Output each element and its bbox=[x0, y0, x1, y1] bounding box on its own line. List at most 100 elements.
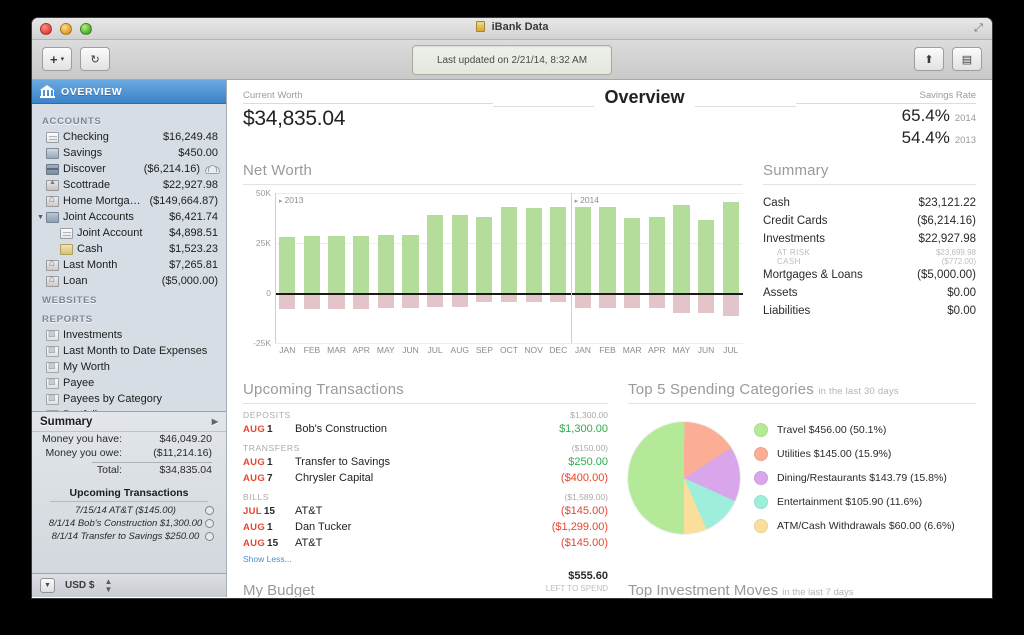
chart-bar-negative[interactable] bbox=[353, 293, 369, 309]
export-button[interactable]: ⬆ bbox=[914, 47, 944, 71]
transaction-amount: ($1,299.00) bbox=[552, 521, 608, 533]
chart-bar-negative[interactable] bbox=[624, 293, 640, 308]
drawer-upcoming-item[interactable]: 8/1/14 Bob's Construction $1,300.00 bbox=[32, 517, 226, 530]
pie-legend-item[interactable]: Entertainment $105.90 (11.6%) bbox=[754, 490, 976, 514]
sidebar-item-my-worth[interactable]: My Worth bbox=[32, 359, 226, 375]
sidebar-item-investments[interactable]: Investments bbox=[32, 327, 226, 343]
gear-icon[interactable] bbox=[205, 532, 214, 541]
pie-legend-item[interactable]: Dining/Restaurants $143.79 (15.8%) bbox=[754, 466, 976, 490]
refresh-button[interactable]: ↻ bbox=[80, 47, 110, 71]
chart-bar-negative[interactable] bbox=[279, 293, 295, 309]
chart-bar-negative[interactable] bbox=[649, 293, 665, 308]
transaction-row[interactable]: AUG1Transfer to Savings$250.00 bbox=[243, 454, 608, 470]
drawer-summary-line: Money you have:$46,049.20 bbox=[32, 432, 226, 446]
sidebar-item-payees-by-category[interactable]: Payees by Category bbox=[32, 391, 226, 407]
sidebar-item-discover[interactable]: Discover($6,214.16) bbox=[32, 161, 226, 177]
spending-pie-chart[interactable] bbox=[628, 422, 740, 534]
chart-bar-positive[interactable] bbox=[378, 235, 394, 293]
drawer-upcoming-list: 7/15/14 AT&T ($145.00)8/1/14 Bob's Const… bbox=[32, 504, 226, 543]
summary-drawer-header[interactable]: Summary ▶ bbox=[32, 412, 226, 432]
net-worth-and-summary: Net Worth 50K25K0-25K ▸2013▸2014 JANFEBM… bbox=[243, 162, 976, 365]
chart-bar-positive[interactable] bbox=[427, 215, 443, 293]
chart-bar-negative[interactable] bbox=[378, 293, 394, 308]
disclosure-triangle-icon[interactable]: ▼ bbox=[37, 214, 46, 221]
chart-bar-positive[interactable] bbox=[698, 220, 714, 293]
chart-bar-positive[interactable] bbox=[526, 208, 542, 293]
transaction-row[interactable]: AUG1Dan Tucker($1,299.00) bbox=[243, 519, 608, 535]
chart-bar-positive[interactable] bbox=[723, 202, 739, 293]
transaction-group-header: BILLS($1,589.00) bbox=[243, 486, 608, 503]
transaction-row[interactable]: AUG15AT&T($145.00) bbox=[243, 535, 608, 551]
chart-bar-negative[interactable] bbox=[304, 293, 320, 309]
chart-bar-positive[interactable] bbox=[353, 236, 369, 293]
chart-bar-negative[interactable] bbox=[427, 293, 443, 307]
sidebar-item-loan[interactable]: Loan($5,000.00) bbox=[32, 273, 226, 289]
chart-bar-positive[interactable] bbox=[402, 235, 418, 293]
chart-bar-negative[interactable] bbox=[673, 293, 689, 313]
show-less-link[interactable]: Show Less... bbox=[243, 551, 608, 564]
drawer-upcoming-item[interactable]: 7/15/14 AT&T ($145.00) bbox=[32, 504, 226, 517]
transaction-list[interactable]: DEPOSITS$1,300.00AUG1Bob's Construction$… bbox=[243, 404, 608, 551]
sidebar-item-scottrade[interactable]: Scottrade$22,927.98 bbox=[32, 177, 226, 193]
net-worth-chart[interactable]: 50K25K0-25K ▸2013▸2014 JANFEBMARAPRMAYJU… bbox=[243, 193, 743, 365]
chart-bar-positive[interactable] bbox=[476, 217, 492, 293]
chevron-right-icon[interactable]: ▶ bbox=[212, 417, 218, 426]
sidebar-item-checking[interactable]: Checking$16,249.48 bbox=[32, 129, 226, 145]
window-title: iBank Data bbox=[32, 21, 992, 33]
gear-icon[interactable] bbox=[205, 506, 214, 515]
chart-bar-negative[interactable] bbox=[402, 293, 418, 308]
action-menu-button[interactable]: ▼ bbox=[40, 578, 55, 593]
transaction-date: JUL15 bbox=[243, 506, 295, 517]
chart-bar-negative[interactable] bbox=[723, 293, 739, 316]
chart-bar-negative[interactable] bbox=[599, 293, 615, 308]
pie-legend-item[interactable]: Travel $456.00 (50.1%) bbox=[754, 418, 976, 442]
transaction-day: 1 bbox=[267, 457, 273, 468]
chart-bar-positive[interactable] bbox=[279, 237, 295, 293]
sidebar-item-savings[interactable]: Savings$450.00 bbox=[32, 145, 226, 161]
sidebar-item-last-month[interactable]: Last Month$7,265.81 bbox=[32, 257, 226, 273]
chart-bar-positive[interactable] bbox=[304, 236, 320, 293]
chart-bar-negative[interactable] bbox=[698, 293, 714, 313]
chart-bar-negative[interactable] bbox=[452, 293, 468, 307]
pie-legend-item[interactable]: Utilities $145.00 (15.9%) bbox=[754, 442, 976, 466]
chart-bar-positive[interactable] bbox=[624, 218, 640, 293]
transaction-row[interactable]: JUL15AT&T($145.00) bbox=[243, 503, 608, 519]
chart-bar-negative[interactable] bbox=[575, 293, 591, 308]
window-body: OVERVIEW ACCOUNTSChecking$16,249.48Savin… bbox=[32, 80, 992, 597]
chart-bar-negative[interactable] bbox=[328, 293, 344, 309]
action-menu-icon: ▼ bbox=[44, 582, 51, 589]
sidebar-section-list[interactable]: ACCOUNTSChecking$16,249.48Savings$450.00… bbox=[32, 104, 226, 411]
sidebar-item-joint-account[interactable]: Joint Account$4,898.51 bbox=[32, 225, 226, 241]
currency-stepper[interactable]: ▲▼ bbox=[104, 578, 112, 592]
report-icon bbox=[46, 410, 59, 412]
sidebar-item-payee[interactable]: Payee bbox=[32, 375, 226, 391]
chart-bar-positive[interactable] bbox=[550, 207, 566, 293]
add-button[interactable]: + ▾ bbox=[42, 47, 72, 71]
pie-chart-area: Travel $456.00 (50.1%)Utilities $145.00 … bbox=[628, 418, 976, 538]
window-titlebar[interactable]: iBank Data ⤢ bbox=[32, 18, 992, 40]
sidebar-item-last-month-to-date-expenses[interactable]: Last Month to Date Expenses bbox=[32, 343, 226, 359]
chart-bar-positive[interactable] bbox=[501, 207, 517, 293]
fullscreen-icon[interactable]: ⤢ bbox=[973, 23, 984, 34]
transaction-amount: ($400.00) bbox=[561, 472, 608, 484]
summary-row-value: $0.00 bbox=[947, 287, 976, 299]
sidebar-item-overview[interactable]: OVERVIEW bbox=[32, 80, 226, 104]
pie-legend-item[interactable]: ATM/Cash Withdrawals $60.00 (6.6%) bbox=[754, 514, 976, 538]
drawer-upcoming-item[interactable]: 8/1/14 Transfer to Savings $250.00 bbox=[32, 530, 226, 543]
chart-bar-positive[interactable] bbox=[599, 207, 615, 293]
sidebar-item-cash[interactable]: Cash$1,523.23 bbox=[32, 241, 226, 257]
sidebar-item-home-mortga[interactable]: Home Mortga…($149,664.87) bbox=[32, 193, 226, 209]
chart-bar-positive[interactable] bbox=[328, 236, 344, 293]
transaction-row[interactable]: AUG1Bob's Construction$1,300.00 bbox=[243, 421, 608, 437]
cloud-sync-icon[interactable] bbox=[205, 165, 218, 174]
gear-icon[interactable] bbox=[205, 519, 214, 528]
chart-bar-positive[interactable] bbox=[673, 205, 689, 293]
report-button[interactable]: ▤ bbox=[952, 47, 982, 71]
chart-bar-positive[interactable] bbox=[452, 215, 468, 293]
chart-bar-positive[interactable] bbox=[575, 207, 591, 293]
summary-row-value: ($6,214.16) bbox=[917, 215, 976, 227]
sidebar-item-joint-accounts[interactable]: ▼Joint Accounts$6,421.74 bbox=[32, 209, 226, 225]
chart-bar-positive[interactable] bbox=[649, 217, 665, 293]
transaction-row[interactable]: AUG7Chrysler Capital($400.00) bbox=[243, 470, 608, 486]
sidebar-item-amount: $6,421.74 bbox=[169, 211, 218, 223]
